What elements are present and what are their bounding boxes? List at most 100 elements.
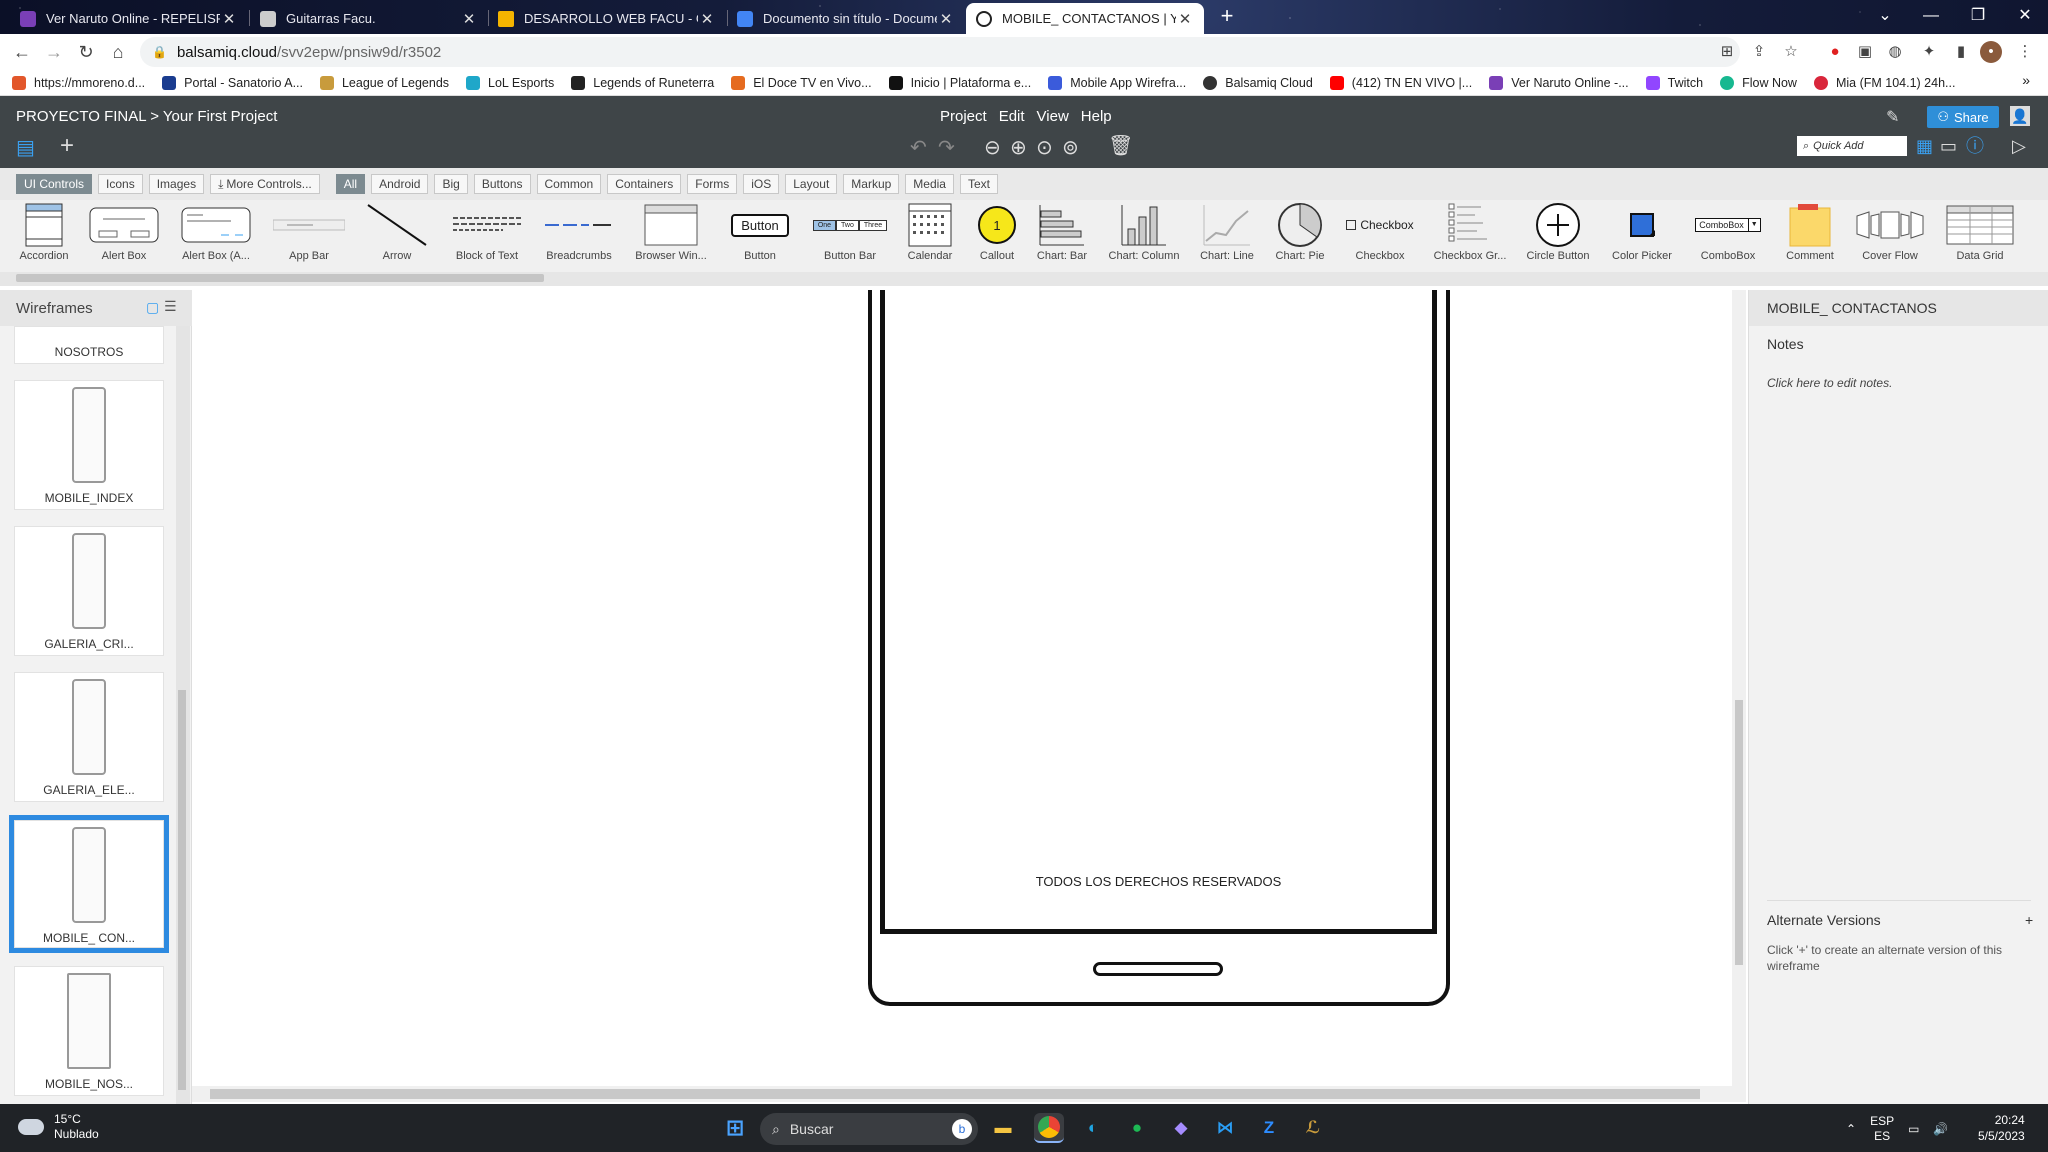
library-scrollbar-thumb[interactable]: [16, 274, 544, 282]
extension-icon[interactable]: ●: [1824, 41, 1846, 63]
info-icon[interactable]: ⓘ: [1966, 136, 1984, 156]
side-panel-icon[interactable]: ▮: [1950, 41, 1972, 63]
close-icon[interactable]: ✕: [698, 10, 716, 28]
bookmark-item[interactable]: El Doce TV en Vivo...: [731, 75, 872, 90]
file-explorer-icon[interactable]: ▬: [988, 1113, 1018, 1143]
notes-edit-area[interactable]: Click here to edit notes.: [1767, 376, 1892, 390]
tab-balsamiq-active[interactable]: MOBILE_ CONTACTANOS | Your F ✕: [966, 3, 1204, 34]
tab-search-icon[interactable]: ⌄: [1862, 2, 1908, 30]
document-name[interactable]: Your First Project: [163, 108, 278, 125]
tab-guitarras[interactable]: Guitarras Facu. ✕: [250, 3, 488, 34]
chevron-up-icon[interactable]: ⌃: [1846, 1122, 1856, 1136]
footer-label[interactable]: TODOS LOS DERECHOS RESERVADOS: [880, 874, 1437, 889]
bookmark-item[interactable]: Ver Naruto Online -...: [1489, 75, 1629, 90]
league-client-icon[interactable]: ℒ: [1298, 1113, 1328, 1143]
trash-icon[interactable]: 🗑: [1108, 136, 1133, 156]
project-name[interactable]: PROYECTO FINAL: [16, 108, 146, 125]
share-page-icon[interactable]: ⇪: [1748, 41, 1770, 63]
control-alert-box[interactable]: Alert Box: [88, 200, 160, 266]
wireframe-thumbnail[interactable]: NOSOTROS: [14, 326, 164, 364]
zoom-in-icon[interactable]: ⊕: [1010, 138, 1027, 158]
presentation-icon[interactable]: ▷: [2012, 136, 2026, 156]
category-text[interactable]: Text: [959, 174, 998, 194]
wireframes-panel-icon[interactable]: ▤: [16, 138, 35, 158]
volume-icon[interactable]: 🔊: [1933, 1122, 1948, 1136]
canvas-vertical-scrollbar[interactable]: [1732, 290, 1746, 1086]
zoom-fit-icon[interactable]: ⊚: [1062, 138, 1079, 158]
user-avatar[interactable]: 👤: [2010, 106, 2030, 126]
wireframe-thumbnail[interactable]: MOBILE_NOS...: [14, 966, 164, 1096]
canvas-horizontal-scrollbar-thumb[interactable]: [210, 1089, 1700, 1099]
category-ios[interactable]: iOS: [743, 174, 780, 194]
control-color-picker[interactable]: Color Picker: [1610, 200, 1674, 266]
bookmark-item[interactable]: Flow Now: [1720, 75, 1797, 90]
zoom-actual-icon[interactable]: ⊙: [1036, 138, 1053, 158]
translate-icon[interactable]: ⊞: [1716, 41, 1738, 63]
bookmark-item[interactable]: Mobile App Wirefra...: [1048, 75, 1186, 90]
bookmark-item[interactable]: Mia (FM 104.1) 24h...: [1813, 75, 1955, 90]
extension-icon[interactable]: ◍: [1884, 41, 1906, 63]
add-wireframe-icon[interactable]: +: [60, 134, 74, 158]
wireframe-thumbnail[interactable]: MOBILE_INDEX: [14, 380, 164, 510]
control-data-grid[interactable]: Data Grid: [1944, 200, 2016, 266]
taskbar-search[interactable]: ⌕ Buscar b: [760, 1113, 978, 1145]
control-breadcrumbs[interactable]: Breadcrumbs: [544, 200, 614, 266]
close-icon[interactable]: ✕: [460, 10, 478, 28]
bookmark-star-icon[interactable]: ☆: [1780, 41, 1802, 63]
home-button[interactable]: ⌂: [104, 40, 132, 64]
tab-icons[interactable]: Icons: [98, 174, 143, 194]
close-icon[interactable]: ✕: [937, 10, 955, 28]
tab-documento[interactable]: Documento sin título - Documen ✕: [727, 3, 965, 34]
zoom-out-icon[interactable]: ⊖: [984, 138, 1001, 158]
close-icon[interactable]: ✕: [220, 10, 238, 28]
control-app-bar[interactable]: App Bar: [272, 200, 346, 266]
extension-icon[interactable]: ▣: [1854, 41, 1876, 63]
control-chart-bar[interactable]: Chart: Bar: [1034, 200, 1090, 266]
bookmark-item[interactable]: Portal - Sanatorio A...: [162, 75, 303, 90]
mobile-screen[interactable]: [880, 290, 1437, 934]
restore-button[interactable]: ❐: [1955, 2, 2001, 30]
thumbnail-view-icon[interactable]: ▢: [146, 299, 159, 316]
properties-panel-icon[interactable]: ▦: [1916, 136, 1933, 156]
control-browser-window[interactable]: Browser Win...: [634, 200, 708, 266]
bookmark-item[interactable]: (412) TN EN VIVO |...: [1329, 75, 1472, 90]
language-indicator[interactable]: ESP ES: [1870, 1114, 1894, 1144]
chrome-icon[interactable]: [1034, 1113, 1064, 1143]
control-chart-line[interactable]: Chart: Line: [1196, 200, 1258, 266]
control-button-bar[interactable]: One Two Three Button Bar: [812, 200, 888, 266]
menu-help[interactable]: Help: [1081, 108, 1112, 125]
menu-edit[interactable]: Edit: [999, 108, 1025, 125]
canvas-vertical-scrollbar-thumb[interactable]: [1735, 700, 1743, 965]
share-button[interactable]: ⚇ Share: [1927, 106, 1999, 128]
reload-button[interactable]: ↻: [72, 40, 100, 64]
menu-project[interactable]: Project: [940, 108, 987, 125]
undo-icon[interactable]: ↶: [910, 138, 927, 158]
control-circle-button[interactable]: Circle Button: [1526, 200, 1590, 266]
home-button-shape[interactable]: [1093, 962, 1223, 976]
list-view-icon[interactable]: ☰: [164, 298, 177, 315]
control-combobox[interactable]: ComboBox ▼ ComboBox: [1690, 200, 1766, 266]
control-chart-pie[interactable]: Chart: Pie: [1272, 200, 1328, 266]
weather-widget[interactable]: 15°C Nublado: [18, 1112, 99, 1142]
bookmark-item[interactable]: Inicio | Plataforma e...: [888, 75, 1031, 90]
bookmark-item[interactable]: LoL Esports: [466, 75, 554, 90]
category-markup[interactable]: Markup: [843, 174, 900, 194]
new-tab-button[interactable]: +: [1214, 4, 1240, 30]
category-layout[interactable]: Layout: [785, 174, 838, 194]
chrome-menu-icon[interactable]: ⋮: [2014, 41, 2036, 63]
profile-avatar[interactable]: •: [1980, 41, 2002, 63]
bookmark-item[interactable]: Twitch: [1645, 75, 1703, 90]
app-icon[interactable]: ◆: [1166, 1113, 1196, 1143]
back-button[interactable]: ←: [8, 40, 36, 64]
bookmarks-overflow-button[interactable]: »: [2022, 72, 2030, 88]
category-android[interactable]: Android: [371, 174, 429, 194]
category-common[interactable]: Common: [536, 174, 602, 194]
control-checkbox[interactable]: Checkbox Checkbox: [1344, 200, 1416, 266]
navigator-scrollbar-thumb[interactable]: [178, 690, 186, 1090]
quick-add-input[interactable]: ⌕ Quick Add: [1797, 136, 1907, 156]
tab-more-controls[interactable]: ⤓ More Controls...: [210, 174, 320, 194]
wireframe-canvas[interactable]: TODOS LOS DERECHOS RESERVADOS: [192, 290, 1732, 1090]
bookmark-item[interactable]: Legends of Runeterra: [571, 75, 714, 90]
control-chart-column[interactable]: Chart: Column: [1108, 200, 1180, 266]
extensions-puzzle-icon[interactable]: ✦: [1918, 41, 1940, 63]
